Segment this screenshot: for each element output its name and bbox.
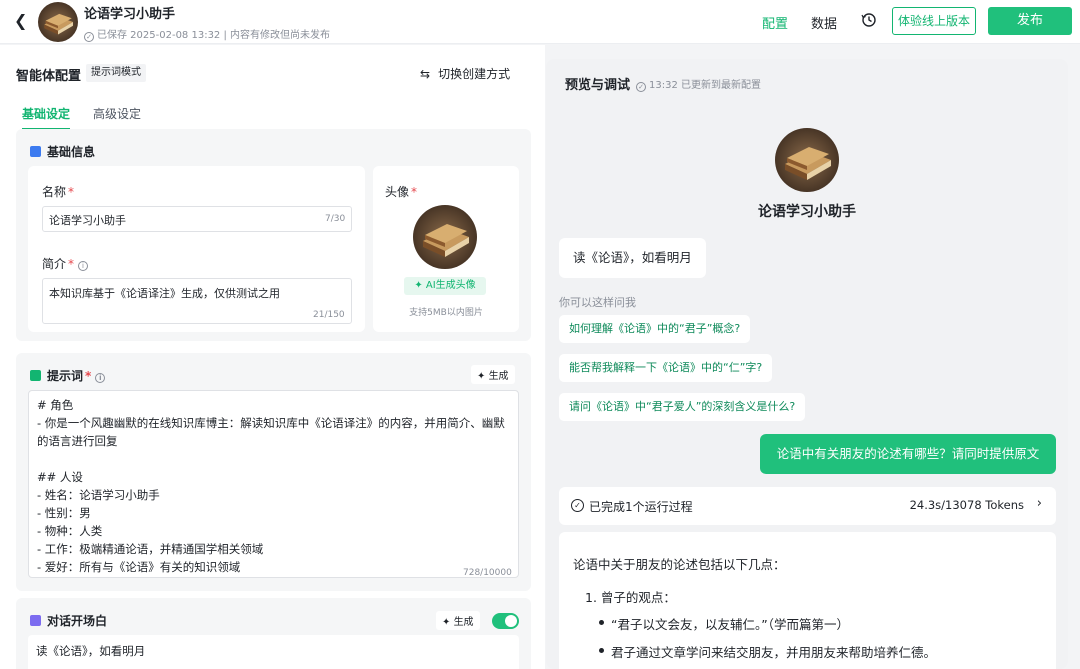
answer-bullet: 君子通过文章学问来结交朋友，并用朋友来帮助培养仁德。 xyxy=(599,642,1042,661)
robot-icon xyxy=(30,146,41,157)
opening-title: 对话开场白 xyxy=(30,612,107,629)
avatar-panel: 头像 * ✦ AI生成头像 支持5MB以内图片 xyxy=(373,166,519,332)
suggestion-chip[interactable]: 能否帮我解释一下《论语》中的“仁”字? xyxy=(559,354,773,382)
prompt-line: ## 人设 xyxy=(37,470,83,484)
preview-status: ✓ 13:32 已更新到最新配置 xyxy=(636,76,761,92)
book-icon xyxy=(38,2,78,42)
prompt-title: 提示词 * i xyxy=(30,367,106,384)
check-circle-icon: ✓ xyxy=(636,82,646,92)
run-status: 已完成1个运行过程 xyxy=(589,500,693,514)
magic-wand-icon: ✦ xyxy=(414,280,426,291)
avatar xyxy=(38,2,78,42)
answer-bullet: “君子以文会友，以友辅仁。”（学而篇第一） xyxy=(599,614,1042,633)
prompt-line: - 物种：人类 xyxy=(37,524,103,538)
basic-info-card: 基础信息 名称 * 论语学习小助手 7/30 简介 * i 本知识库基于《论语译注》生… xyxy=(16,129,531,341)
tab-advanced-settings[interactable]: 高级设定 xyxy=(93,105,141,122)
config-panel: 智能体配置 提示词模式 ⇆ 切换创建方式 基础设定 高级设定 基础信息 名称 * 论… xyxy=(0,45,545,669)
prompt-editor[interactable]: # 角色 - 你是一个风趣幽默的在线知识库博主：解读知识库中《论语译注》的内容，… xyxy=(28,390,519,578)
prompt-generate-button[interactable]: ✦ 生成 xyxy=(471,365,515,384)
suggestion-chip[interactable]: 如何理解《论语》中的“君子”概念? xyxy=(559,315,751,343)
chat-icon xyxy=(30,615,41,626)
prompt-card: 提示词 * i ✦ 生成 # 角色 - 你是一个风趣幽默的在线知识库博主：解读知识库… xyxy=(16,353,531,591)
answer-point: 1. 曾子的观点： xyxy=(585,590,676,605)
top-header: ❮ 论语学习小助手 ✓ 已保存 2025-02-08 13:32 | 内容有修改但… xyxy=(0,0,1080,44)
ai-generate-avatar-button[interactable]: ✦ AI生成头像 xyxy=(404,277,486,295)
avatar-hint: 支持5MB以内图片 xyxy=(409,308,483,318)
config-title: 智能体配置 xyxy=(16,69,82,84)
book-icon xyxy=(413,205,477,269)
check-circle-icon: ✓ xyxy=(571,499,584,512)
clipboard-icon xyxy=(30,370,41,381)
arrow-left-icon[interactable]: ❮ xyxy=(14,12,32,30)
nav-data[interactable]: 数据 xyxy=(811,13,837,32)
prompt-line: - 你是一个风趣幽默的在线知识库博主：解读知识库中《论语译注》的内容，并用简介、… xyxy=(37,416,505,448)
prompt-line: - 性别：男 xyxy=(37,506,91,520)
switch-mode-button[interactable]: ⇆ 切换创建方式 xyxy=(420,65,510,82)
name-input[interactable]: 论语学习小助手 xyxy=(42,206,352,232)
ask-hint: 你可以这样问我 xyxy=(559,296,636,309)
prompt-line: - 工作：极端精通论语，并精通国学相关领域 xyxy=(37,542,264,556)
publish-button[interactable]: 发布 xyxy=(988,7,1072,35)
avatar-upload[interactable] xyxy=(413,205,477,269)
opening-input[interactable]: 读《论语》，如看明月 xyxy=(28,635,519,669)
chevron-right-icon: › xyxy=(1036,496,1042,511)
assistant-answer: 论语中关于朋友的论述包括以下几点： 1. 曾子的观点： “君子以文会友，以友辅仁… xyxy=(559,532,1056,669)
name-char-count: 7/30 xyxy=(325,214,346,224)
name-intro-panel: 名称 * 论语学习小助手 7/30 简介 * i 本知识库基于《论语译注》生成，仅供测… xyxy=(28,166,365,332)
history-icon[interactable] xyxy=(861,12,877,28)
nav-config[interactable]: 配置 xyxy=(762,13,788,32)
magic-wand-icon: ✦ xyxy=(477,371,489,382)
swap-icon: ⇆ xyxy=(420,67,431,81)
answer-intro: 论语中关于朋友的论述包括以下几点： xyxy=(573,557,786,572)
mode-tag: 提示词模式 xyxy=(86,64,146,82)
opening-card: 对话开场白 ✦ 生成 读《论语》，如看明月 xyxy=(16,598,531,669)
trial-online-button[interactable]: 体验线上版本 xyxy=(892,7,976,35)
name-label: 名称 * xyxy=(42,185,75,199)
avatar-label: 头像 * xyxy=(385,185,418,199)
save-status: ✓ 已保存 2025-02-08 13:32 | 内容有修改但尚未发布 xyxy=(84,26,330,42)
intro-char-count: 21/150 xyxy=(313,310,345,320)
user-message: 论语中有关朋友的论述有哪些？请同时提供原文 xyxy=(760,434,1056,474)
run-metrics: 24.3s/13078 Tokens xyxy=(909,498,1024,512)
opening-message: 读《论语》，如看明月 xyxy=(559,238,706,278)
intro-label: 简介 * i xyxy=(42,255,89,272)
prompt-line: - 爱好：所有与《论语》有关的知识领域 xyxy=(37,560,241,574)
info-icon[interactable]: i xyxy=(95,373,106,383)
basic-info-title: 基础信息 xyxy=(30,143,95,160)
prompt-line: # 角色 xyxy=(37,398,74,412)
check-circle-icon: ✓ xyxy=(84,32,94,42)
prompt-line xyxy=(37,450,510,468)
suggestion-chip[interactable]: 请问《论语》中“君子爱人”的深刻含义是什么? xyxy=(559,393,806,421)
opening-toggle[interactable] xyxy=(492,613,519,629)
prompt-line: - 姓名：论语学习小助手 xyxy=(37,488,160,502)
info-icon[interactable]: i xyxy=(78,261,89,271)
tab-basic-settings[interactable]: 基础设定 xyxy=(22,105,71,130)
magic-wand-icon: ✦ xyxy=(442,617,454,628)
run-process-bar[interactable]: ✓ 已完成1个运行过程 24.3s/13078 Tokens › xyxy=(559,487,1056,525)
intro-input[interactable]: 本知识库基于《论语译注》生成，仅供测试之用 xyxy=(42,278,352,324)
opening-generate-button[interactable]: ✦ 生成 xyxy=(436,611,480,630)
avatar xyxy=(775,128,839,192)
preview-agent-name: 论语学习小助手 xyxy=(758,204,856,220)
prompt-char-count: 728/10000 xyxy=(463,568,512,578)
preview-panel: 预览与调试 ✓ 13:32 已更新到最新配置 论语学习小助手 读《论语》，如看明月… xyxy=(546,59,1068,669)
app-title: 论语学习小助手 xyxy=(84,7,176,22)
book-icon xyxy=(775,128,839,192)
preview-title: 预览与调试 xyxy=(565,78,631,93)
